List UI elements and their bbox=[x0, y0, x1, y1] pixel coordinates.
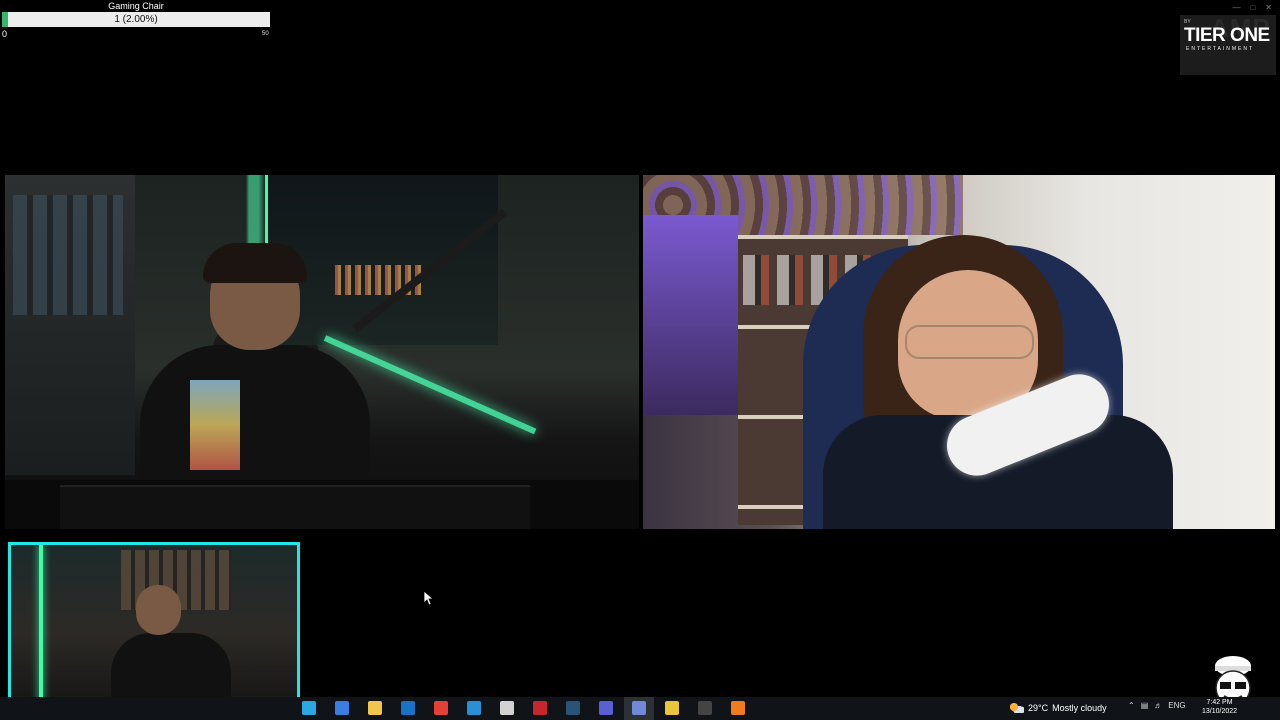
pip-streamer-body bbox=[111, 633, 231, 704]
chevron-up-icon[interactable]: ⌃ bbox=[1128, 701, 1135, 710]
pip-streamer-head bbox=[136, 585, 181, 635]
goal-min-label: 0 bbox=[2, 29, 8, 39]
streamer-hair bbox=[203, 243, 307, 283]
app-red-icon[interactable] bbox=[533, 701, 547, 715]
cloudy-weather-icon bbox=[1010, 703, 1024, 713]
discord-icon[interactable] bbox=[632, 701, 646, 715]
app-purple-icon[interactable] bbox=[599, 701, 613, 715]
streamer-body bbox=[140, 345, 370, 485]
speaker-icon[interactable]: ♬ bbox=[1154, 701, 1162, 710]
outlook-icon[interactable] bbox=[401, 701, 415, 715]
window-controls: — □ ✕ bbox=[1232, 3, 1272, 12]
weather-temp: 29°C bbox=[1028, 703, 1049, 713]
guest-glasses bbox=[905, 325, 1034, 359]
weather-condition: Mostly cloudy bbox=[1052, 703, 1107, 713]
steam-icon[interactable] bbox=[566, 701, 580, 715]
network-icon[interactable]: ▤ bbox=[1141, 701, 1149, 710]
clock-date: 13/10/2022 bbox=[1202, 708, 1238, 715]
webcam-feed-right bbox=[643, 175, 1275, 529]
clock-time: 7:42 PM bbox=[1206, 699, 1233, 706]
obs-icon[interactable] bbox=[698, 701, 712, 715]
shirt-print bbox=[190, 380, 240, 470]
chrome-icon[interactable] bbox=[434, 701, 448, 715]
app-orange-icon[interactable] bbox=[731, 701, 745, 715]
file-explorer-icon[interactable] bbox=[368, 701, 382, 715]
brand-subtitle: ENTERTAINMENT bbox=[1186, 46, 1255, 52]
goal-max-label: 50 bbox=[262, 31, 269, 37]
app-paint-icon[interactable] bbox=[500, 701, 514, 715]
monitor bbox=[60, 485, 530, 529]
weather-widget[interactable]: 29°C Mostly cloudy bbox=[1010, 700, 1107, 716]
maximize-icon[interactable]: □ bbox=[1250, 3, 1255, 12]
close-icon[interactable]: ✕ bbox=[1265, 3, 1272, 12]
brand-name: TIER ONE bbox=[1184, 25, 1270, 46]
language-indicator[interactable]: ENG bbox=[1168, 701, 1185, 710]
goal-progress-text: 1 (2.00%) bbox=[114, 14, 158, 25]
webcam-feed-left bbox=[5, 175, 639, 529]
purple-shelf bbox=[643, 215, 738, 415]
edge-icon[interactable] bbox=[302, 701, 316, 715]
minimize-icon[interactable]: — bbox=[1232, 3, 1240, 12]
system-tray: ⌃ ▤ ♬ ENG bbox=[1128, 701, 1186, 710]
goal-progress-bar: 1 (2.00%) bbox=[2, 12, 270, 27]
goal-title: Gaming Chair bbox=[108, 1, 164, 11]
app-blue-icon[interactable] bbox=[467, 701, 481, 715]
webcam-pip bbox=[8, 542, 300, 707]
store-icon[interactable] bbox=[335, 701, 349, 715]
taskbar-clock[interactable]: 7:42 PM 13/10/2022 bbox=[1202, 698, 1237, 716]
donation-goal-widget: Gaming Chair 1 (2.00%) 0 50 bbox=[0, 0, 272, 40]
background-shelf bbox=[5, 175, 135, 475]
app-yellow-icon[interactable] bbox=[665, 701, 679, 715]
brand-logo: AMP BY TIER ONE ENTERTAINMENT bbox=[1180, 13, 1276, 75]
pip-led-strip bbox=[39, 545, 43, 704]
